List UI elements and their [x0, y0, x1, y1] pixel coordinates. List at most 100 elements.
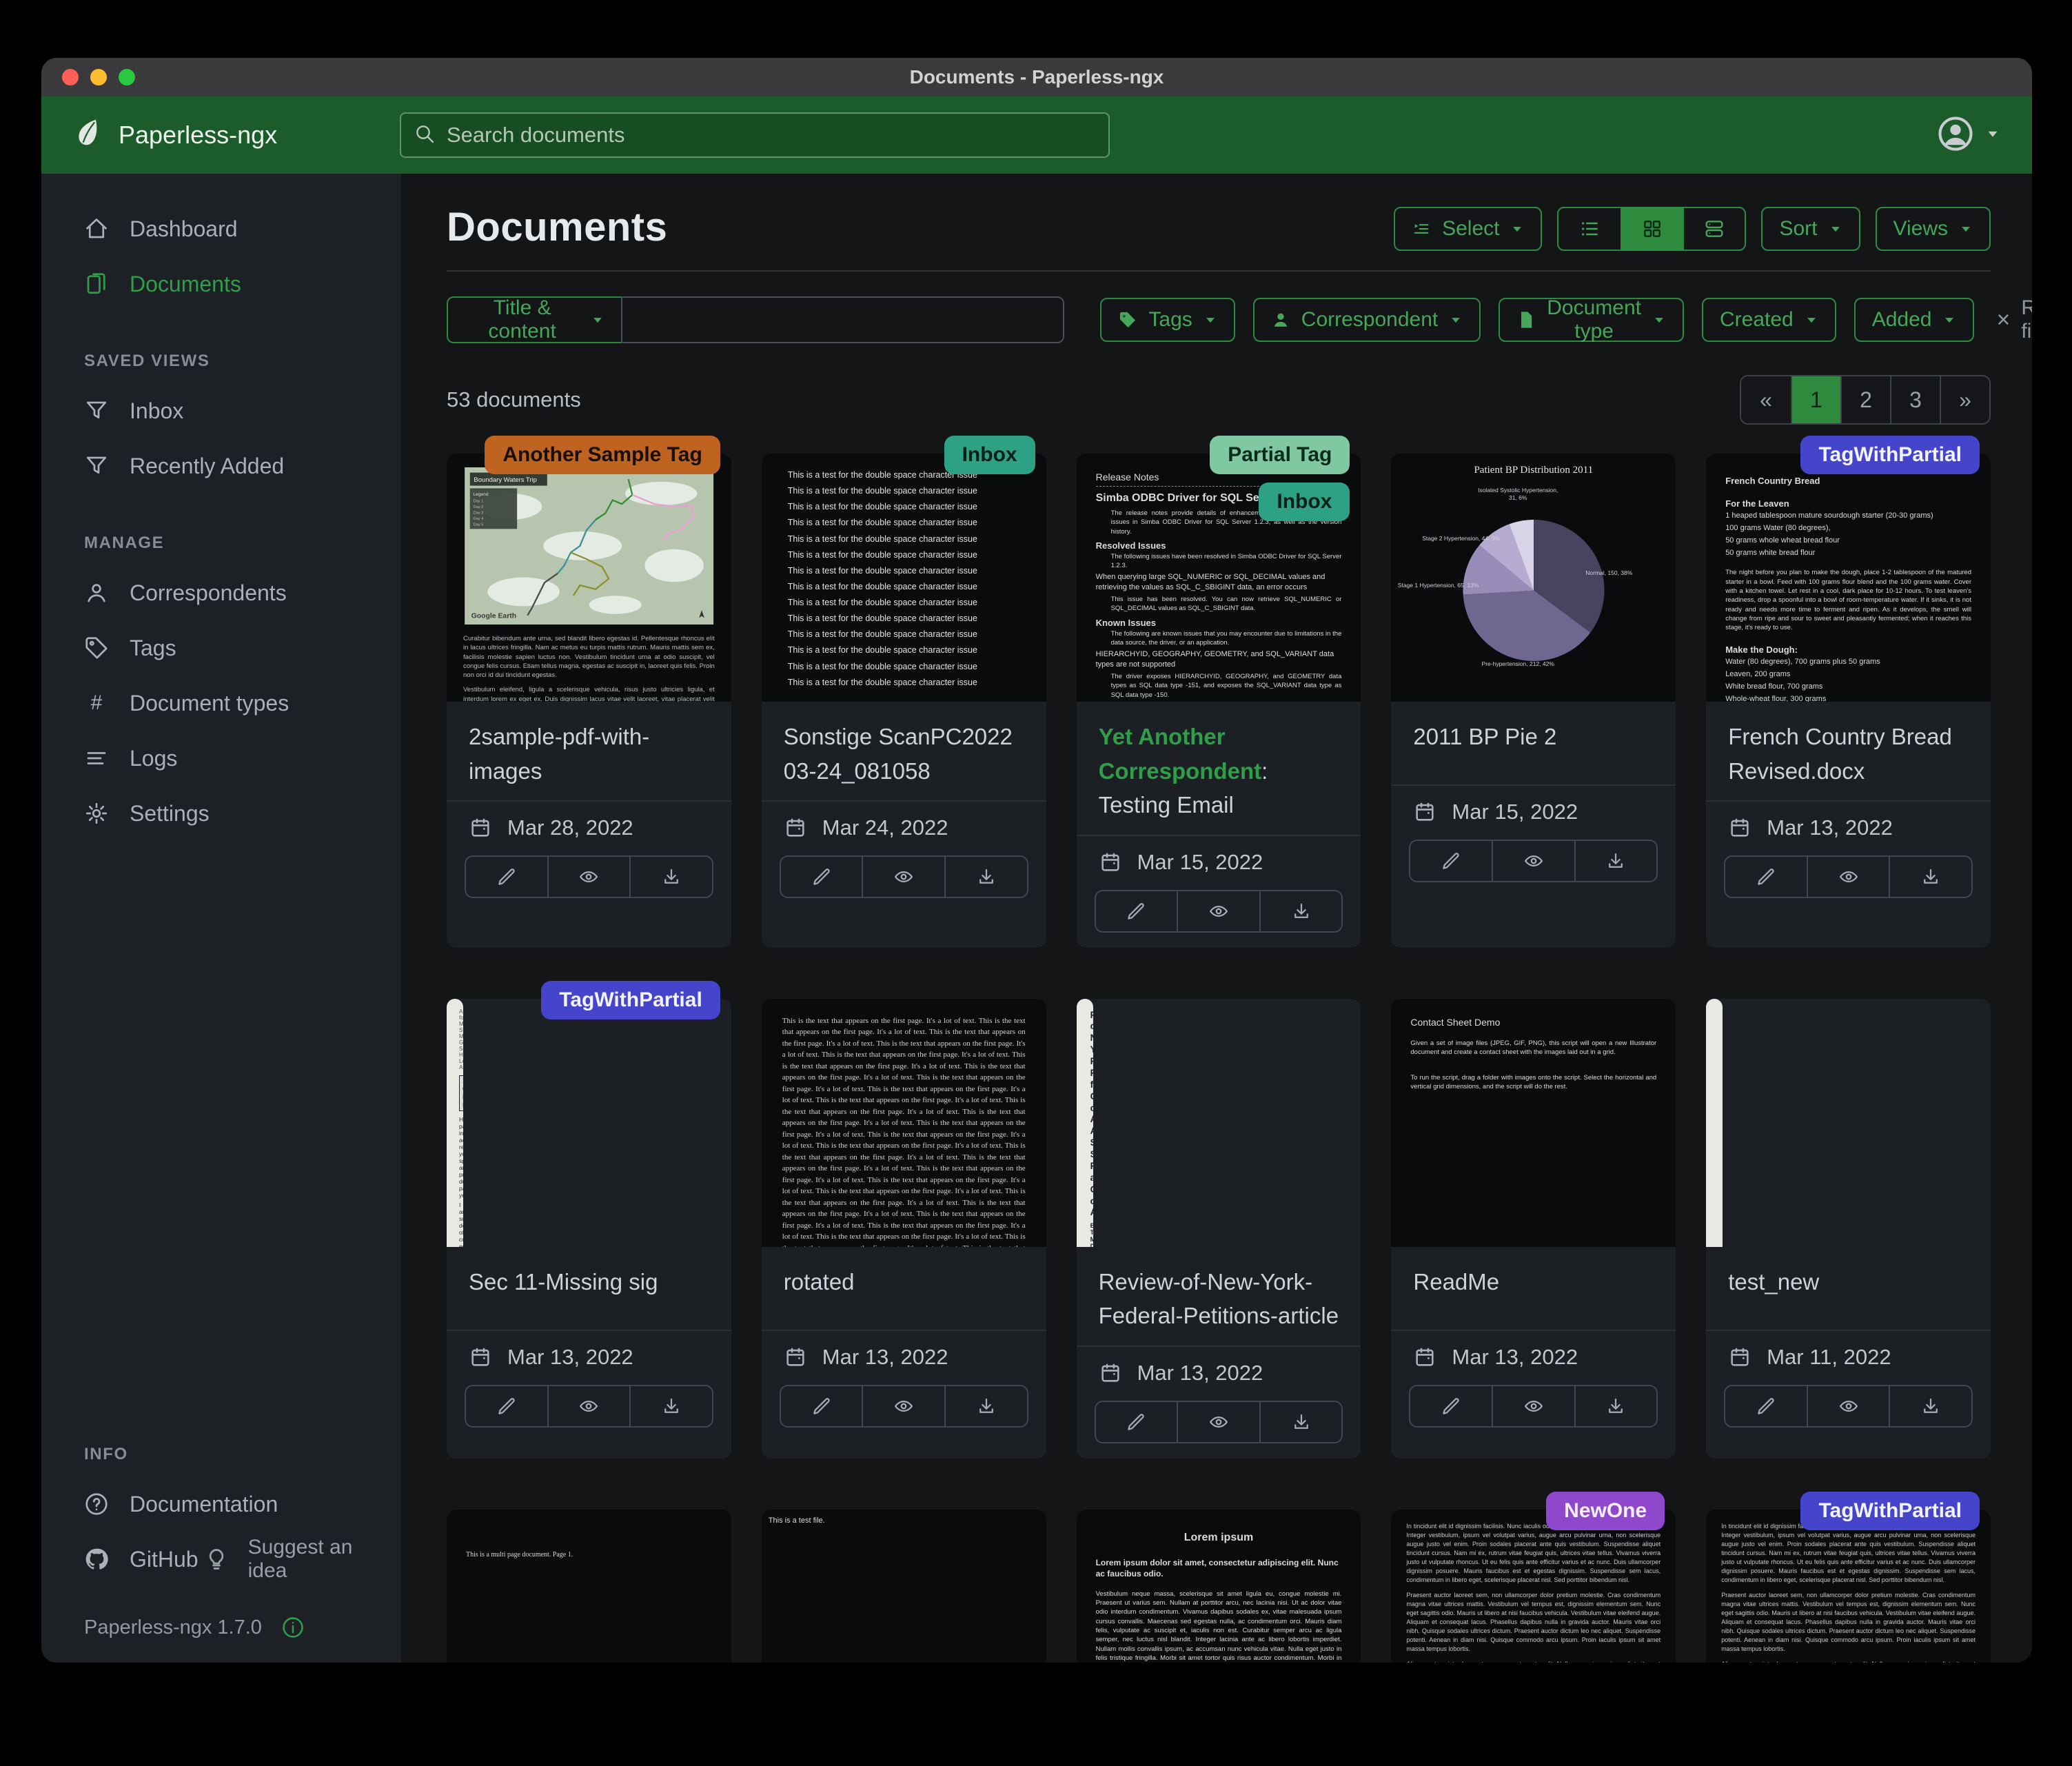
document-title[interactable]: 2sample-pdf-with-images: [447, 702, 731, 800]
sidebar-item-dashboard[interactable]: Dashboard: [84, 201, 380, 256]
detail-view-button[interactable]: [1683, 208, 1745, 250]
document-title[interactable]: test_new: [1706, 1247, 1991, 1330]
filter-added-button[interactable]: Added: [1854, 298, 1975, 342]
document-thumbnail[interactable]: Application for Medical Staff MembersGoo…: [447, 999, 463, 1247]
user-menu-button[interactable]: [1937, 115, 2000, 156]
edit-button[interactable]: [1410, 841, 1492, 881]
document-title[interactable]: Review-of-New-York-Federal-Petitions-art…: [1077, 1247, 1361, 1346]
app-brand[interactable]: Paperless-ngx: [73, 117, 400, 154]
search-input[interactable]: [400, 112, 1110, 158]
edit-button[interactable]: [781, 1386, 862, 1426]
pagination-prev-button[interactable]: «: [1741, 376, 1791, 423]
sidebar-item-inbox[interactable]: Inbox: [84, 383, 380, 438]
tag-badge[interactable]: Inbox: [1259, 483, 1350, 521]
tag-badge[interactable]: Partial Tag: [1210, 436, 1350, 474]
download-button[interactable]: [944, 1386, 1027, 1426]
close-window-button[interactable]: [62, 69, 79, 85]
edit-button[interactable]: [1410, 1386, 1492, 1426]
document-thumbnail[interactable]: This is a multi page document. Page 1.: [447, 1510, 731, 1663]
edit-button[interactable]: [1725, 1386, 1807, 1426]
grid-view-button[interactable]: [1621, 208, 1683, 250]
filter-created-button[interactable]: Created: [1702, 298, 1836, 342]
document-thumbnail[interactable]: Lorem ipsumLorem ipsum dolor sit amet, c…: [1077, 1510, 1361, 1663]
zoom-window-button[interactable]: [119, 69, 135, 85]
search-field[interactable]: [447, 123, 1096, 148]
sidebar-item-correspondents[interactable]: Correspondents: [84, 565, 380, 620]
info-circle-icon[interactable]: [281, 1616, 305, 1639]
view-button[interactable]: [1177, 891, 1259, 931]
download-button[interactable]: [1889, 1386, 1971, 1426]
sidebar-item-logs[interactable]: Logs: [84, 731, 380, 786]
document-thumbnail[interactable]: Contact Sheet DemoGiven a set of image f…: [1391, 999, 1676, 1247]
minimize-window-button[interactable]: [90, 69, 107, 85]
sidebar-item-suggest-idea[interactable]: Suggest an idea: [204, 1532, 380, 1587]
download-button[interactable]: [1574, 1386, 1657, 1426]
view-button[interactable]: [862, 1386, 944, 1426]
download-button[interactable]: [629, 857, 712, 897]
sidebar-item-documentation[interactable]: Documentation: [84, 1476, 380, 1532]
tag-badge[interactable]: TagWithPartial: [541, 981, 720, 1019]
download-button[interactable]: [1574, 841, 1657, 881]
document-title[interactable]: French Country Bread Revised.docx: [1706, 702, 1991, 800]
download-button[interactable]: [629, 1386, 712, 1426]
filter-tags-button[interactable]: Tags: [1100, 298, 1235, 342]
document-thumbnail[interactable]: Boundary Waters TripLegendDay 1Day 2Day …: [447, 454, 731, 702]
document-thumbnail[interactable]: In tincidunt elit id dignissim facilisis…: [1706, 1510, 1991, 1663]
edit-button[interactable]: [466, 857, 547, 897]
sidebar-item-document-types[interactable]: # Document types: [84, 676, 380, 731]
document-thumbnail[interactable]: In tincidunt elit id dignissim facilisis…: [1391, 1510, 1676, 1663]
view-button[interactable]: [1492, 1386, 1574, 1426]
document-title[interactable]: Yet Another Correspondent: Testing Email: [1077, 702, 1361, 835]
list-view-button[interactable]: [1558, 208, 1621, 250]
view-button[interactable]: [1492, 841, 1574, 881]
pagination-page-3[interactable]: 3: [1890, 376, 1940, 423]
edit-button[interactable]: [781, 857, 862, 897]
pagination-next-button[interactable]: »: [1940, 376, 1989, 423]
filter-document-type-button[interactable]: Document type: [1499, 298, 1684, 342]
sidebar-item-github[interactable]: GitHub: [84, 1532, 199, 1587]
edit-button[interactable]: [1096, 1402, 1177, 1442]
view-button[interactable]: [862, 857, 944, 897]
filter-field-dropdown[interactable]: Title & content: [447, 296, 622, 343]
document-thumbnail[interactable]: Patient BP Distribution 2011Normal, 150,…: [1391, 454, 1676, 702]
document-title[interactable]: rotated: [762, 1247, 1046, 1330]
document-thumbnail[interactable]: French Country BreadFor the Leaven1 heap…: [1706, 454, 1991, 702]
views-button[interactable]: Views: [1876, 207, 1991, 251]
sidebar-item-settings[interactable]: Settings: [84, 786, 380, 841]
document-thumbnail[interactable]: Review of New York Federal Petitions for…: [1077, 999, 1093, 1247]
sidebar-item-documents[interactable]: Documents: [84, 256, 380, 312]
download-button[interactable]: [1889, 857, 1971, 897]
tag-badge[interactable]: TagWithPartial: [1800, 1492, 1980, 1530]
view-button[interactable]: [547, 857, 630, 897]
edit-button[interactable]: [466, 1386, 547, 1426]
tag-badge[interactable]: Inbox: [944, 436, 1035, 474]
view-button[interactable]: [1177, 1402, 1259, 1442]
edit-button[interactable]: [1725, 857, 1807, 897]
pagination-page-2[interactable]: 2: [1840, 376, 1890, 423]
document-thumbnail[interactable]: This is the text that appears on the fir…: [762, 999, 1046, 1247]
download-button[interactable]: [1259, 891, 1342, 931]
tag-badge[interactable]: TagWithPartial: [1800, 436, 1980, 474]
document-title[interactable]: 2011 BP Pie 2: [1391, 702, 1676, 784]
download-button[interactable]: [944, 857, 1027, 897]
document-title[interactable]: ReadMe: [1391, 1247, 1676, 1330]
tag-badge[interactable]: NewOne: [1546, 1492, 1665, 1530]
download-button[interactable]: [1259, 1402, 1342, 1442]
view-button[interactable]: [1807, 1386, 1889, 1426]
document-title[interactable]: Sec 11-Missing sig: [447, 1247, 731, 1330]
select-button[interactable]: Select: [1394, 207, 1542, 251]
reset-filters-button[interactable]: × Reset filters: [1996, 296, 2032, 343]
sidebar-item-tags[interactable]: Tags: [84, 620, 380, 676]
document-thumbnail[interactable]: Adobe Acrobat PDF FilesAdobe® Portable D…: [1706, 999, 1723, 1247]
document-thumbnail[interactable]: This is a test file.: [762, 1510, 1046, 1663]
view-button[interactable]: [547, 1386, 630, 1426]
filter-correspondent-button[interactable]: Correspondent: [1253, 298, 1481, 342]
filter-text-input[interactable]: [621, 296, 1064, 343]
document-correspondent[interactable]: Yet Another Correspondent: [1099, 724, 1262, 784]
sort-button[interactable]: Sort: [1761, 207, 1860, 251]
view-button[interactable]: [1807, 857, 1889, 897]
sidebar-item-recently-added[interactable]: Recently Added: [84, 438, 380, 494]
document-thumbnail[interactable]: This is a test for the double space char…: [762, 454, 1046, 702]
pagination-page-1[interactable]: 1: [1791, 376, 1840, 423]
tag-badge[interactable]: Another Sample Tag: [485, 436, 720, 474]
